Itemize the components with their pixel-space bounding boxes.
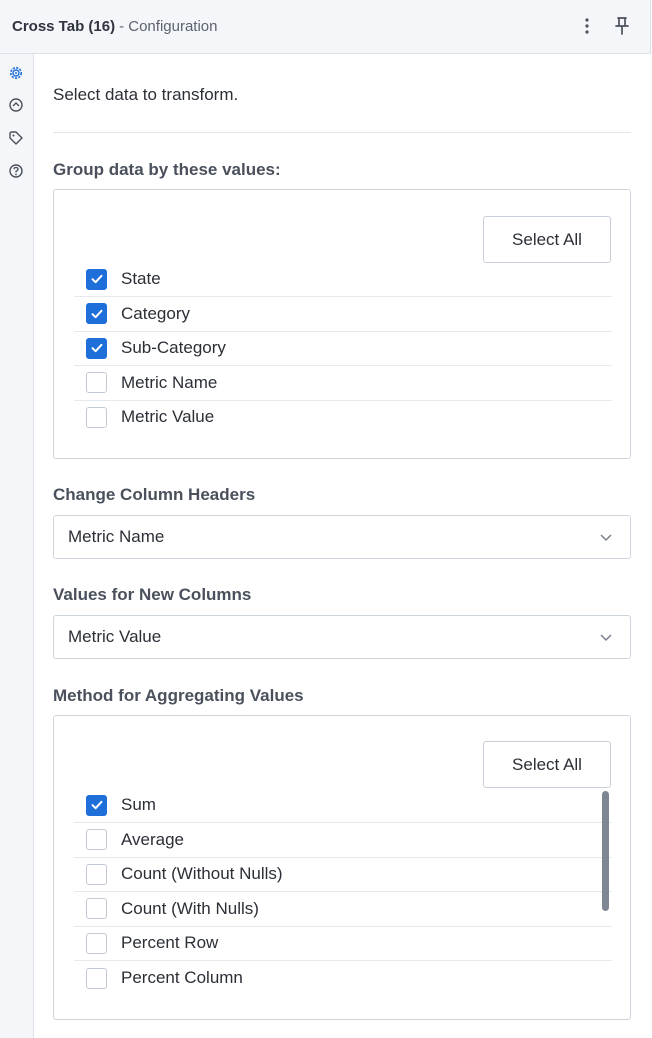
checkbox-unchecked[interactable] bbox=[86, 932, 107, 954]
checkbox-unchecked[interactable] bbox=[86, 406, 107, 428]
checkbox-row[interactable]: Metric Name bbox=[74, 366, 612, 401]
checkbox-checked[interactable] bbox=[86, 794, 107, 816]
checkbox-row[interactable]: Average bbox=[74, 823, 612, 858]
checkmark-icon bbox=[91, 274, 102, 284]
aggregation-select-all-button[interactable]: Select All bbox=[483, 741, 611, 788]
checkbox-label: Metric Value bbox=[121, 407, 215, 427]
checkbox-row[interactable]: Category bbox=[74, 297, 612, 332]
aggregation-label: Method for Aggregating Values bbox=[53, 686, 304, 705]
checkmark-icon bbox=[91, 309, 102, 318]
side-nav bbox=[0, 54, 34, 1038]
checkbox-row[interactable]: Percent Row bbox=[74, 926, 612, 962]
checkbox-label: Sub-Category bbox=[121, 338, 226, 358]
checkbox-unchecked[interactable] bbox=[86, 967, 107, 989]
checkbox-label: State bbox=[121, 269, 161, 288]
checkbox-label: Sum bbox=[121, 795, 156, 814]
chevron-down-icon bbox=[600, 634, 612, 642]
checkbox-unchecked[interactable] bbox=[86, 898, 107, 920]
aggregation-scrollbar[interactable] bbox=[602, 791, 609, 911]
checkbox-checked[interactable] bbox=[86, 268, 107, 290]
checkbox-row[interactable]: State bbox=[74, 262, 612, 297]
checkbox-label: Count (Without Nulls) bbox=[121, 864, 283, 884]
vertical-ellipsis-icon[interactable] bbox=[578, 16, 596, 36]
configuration-content: Select data to transform. Group data by … bbox=[34, 54, 650, 1038]
panel-subtitle: - Configuration bbox=[119, 18, 218, 35]
group-by-label: Group data by these values: bbox=[53, 160, 281, 179]
annotation-icon[interactable] bbox=[7, 96, 25, 114]
group-by-select-all-button[interactable]: Select All bbox=[483, 216, 611, 263]
checkbox-unchecked[interactable] bbox=[86, 863, 107, 885]
checkbox-label: Percent Column bbox=[121, 968, 243, 987]
checkbox-label: Metric Name bbox=[121, 372, 218, 392]
aggregation-box: Select All Sum Average Count (Without Null… bbox=[53, 715, 631, 1020]
divider bbox=[53, 132, 631, 133]
checkbox-label: Category bbox=[121, 303, 190, 323]
checkbox-row[interactable]: Sum bbox=[74, 788, 612, 823]
checkmark-icon bbox=[91, 343, 102, 353]
checkbox-unchecked[interactable] bbox=[86, 372, 107, 394]
checkbox-row[interactable]: Sub-Category bbox=[74, 331, 612, 367]
checkbox-unchecked[interactable] bbox=[86, 829, 107, 851]
chevron-down-icon bbox=[600, 534, 612, 542]
checkbox-row[interactable]: Metric Value bbox=[74, 400, 612, 434]
panel-header: Cross Tab (16) - Configuration bbox=[0, 0, 651, 54]
group-by-box: Select All State Category Sub-Category Metr… bbox=[53, 189, 631, 459]
checkmark-icon bbox=[91, 800, 102, 810]
checkbox-checked[interactable] bbox=[86, 337, 107, 359]
checkbox-checked[interactable] bbox=[86, 303, 107, 325]
tag-icon[interactable] bbox=[7, 129, 25, 147]
new-column-values-label: Values for New Columns bbox=[53, 585, 252, 604]
checkbox-row[interactable]: Count (Without Nulls) bbox=[74, 857, 612, 893]
new-column-values-dropdown[interactable]: Metric Value bbox=[53, 615, 631, 659]
checkbox-row[interactable]: Percent Column bbox=[74, 961, 612, 995]
pin-icon[interactable] bbox=[613, 16, 631, 36]
help-icon[interactable] bbox=[7, 162, 25, 180]
column-headers-value: Metric Name bbox=[68, 527, 165, 546]
gear-icon[interactable] bbox=[7, 64, 25, 82]
column-headers-label: Change Column Headers bbox=[53, 485, 256, 504]
new-column-values-value: Metric Value bbox=[68, 627, 162, 646]
intro-text: Select data to transform. bbox=[53, 85, 239, 104]
column-headers-dropdown[interactable]: Metric Name bbox=[53, 515, 631, 559]
checkbox-label: Percent Row bbox=[121, 933, 219, 953]
tool-name: Cross Tab (16) bbox=[12, 18, 116, 35]
checkbox-label: Average bbox=[121, 829, 185, 849]
checkbox-row[interactable]: Count (With Nulls) bbox=[74, 892, 612, 927]
panel-title: Cross Tab (16) - Configuration bbox=[12, 18, 217, 35]
checkbox-label: Count (With Nulls) bbox=[121, 898, 259, 918]
